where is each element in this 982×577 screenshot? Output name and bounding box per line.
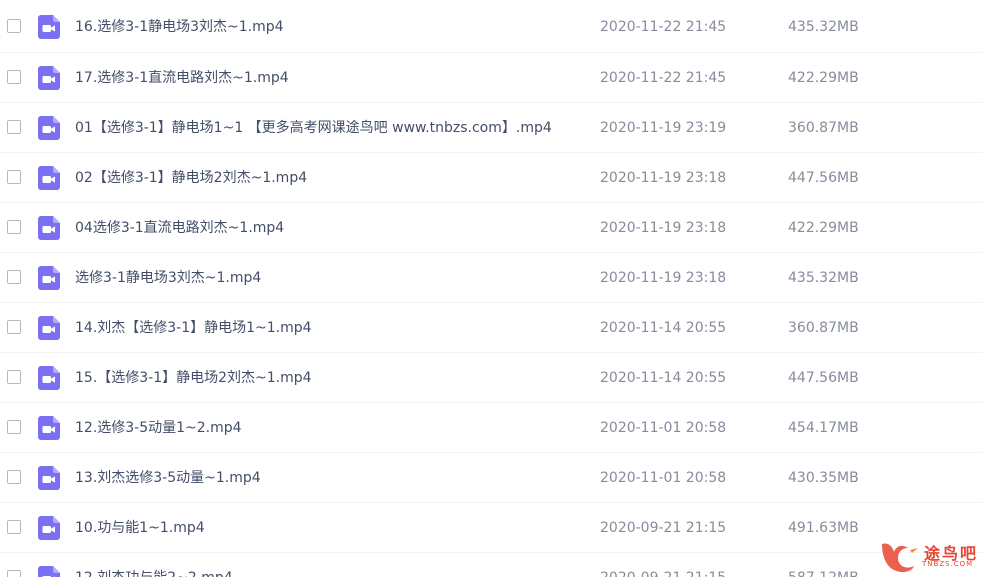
file-name[interactable]: 04选修3-1直流电路刘杰~1.mp4	[75, 218, 284, 238]
video-file-icon[interactable]	[38, 66, 60, 90]
row-checkbox[interactable]	[7, 170, 21, 184]
row-checkbox[interactable]	[7, 120, 21, 134]
file-size: 454.17MB	[788, 420, 859, 436]
file-size: 587.12MB	[788, 568, 859, 577]
row-checkbox[interactable]	[7, 470, 21, 484]
file-size: 447.56MB	[788, 170, 859, 186]
file-size: 360.87MB	[788, 320, 859, 336]
file-row[interactable]: 13.刘杰选修3-5动量~1.mp4 2020-11-01 20:58 430.…	[0, 452, 982, 502]
file-size: 422.29MB	[788, 70, 859, 86]
file-row[interactable]: 16.选修3-1静电场3刘杰~1.mp4 2020-11-22 21:45 43…	[0, 2, 982, 52]
file-date: 2020-11-19 23:18	[600, 170, 727, 186]
watermark-subtext: TNBZS.COM	[922, 560, 974, 568]
file-size: 435.32MB	[788, 19, 859, 35]
file-date: 2020-11-22 21:45	[600, 70, 727, 86]
file-date: 2020-11-01 20:58	[600, 470, 727, 486]
file-row[interactable]: 04选修3-1直流电路刘杰~1.mp4 2020-11-19 23:18 422…	[0, 202, 982, 252]
file-date: 2020-11-19 23:19	[600, 120, 727, 136]
row-checkbox[interactable]	[7, 570, 21, 577]
file-date: 2020-11-22 21:45	[600, 19, 727, 35]
row-checkbox[interactable]	[7, 220, 21, 234]
file-date: 2020-11-19 23:18	[600, 220, 727, 236]
video-file-icon[interactable]	[38, 566, 60, 577]
file-name[interactable]: 01【选修3-1】静电场1~1 【更多高考网课途鸟吧 www.tnbzs.com…	[75, 118, 552, 138]
file-date: 2020-11-01 20:58	[600, 420, 727, 436]
file-row[interactable]: 14.刘杰【选修3-1】静电场1~1.mp4 2020-11-14 20:55 …	[0, 302, 982, 352]
file-row[interactable]: 选修3-1静电场3刘杰~1.mp4 2020-11-19 23:18 435.3…	[0, 252, 982, 302]
file-size: 447.56MB	[788, 370, 859, 386]
file-date: 2020-09-21 21:15	[600, 568, 726, 577]
file-row[interactable]: 17.选修3-1直流电路刘杰~1.mp4 2020-11-22 21:45 42…	[0, 52, 982, 102]
file-name[interactable]: 12.选修3-5动量1~2.mp4	[75, 418, 242, 438]
row-checkbox[interactable]	[7, 320, 21, 334]
file-name[interactable]: 17.选修3-1直流电路刘杰~1.mp4	[75, 68, 289, 88]
bird-logo-icon	[882, 543, 918, 573]
file-date: 2020-11-14 20:55	[600, 370, 727, 386]
file-size: 435.32MB	[788, 270, 859, 286]
row-checkbox[interactable]	[7, 70, 21, 84]
file-size: 491.63MB	[788, 520, 859, 536]
file-row[interactable]: 10.功与能1~1.mp4 2020-09-21 21:15 491.63MB	[0, 502, 982, 552]
video-file-icon[interactable]	[38, 266, 60, 290]
file-size: 422.29MB	[788, 220, 859, 236]
file-name[interactable]: 02【选修3-1】静电场2刘杰~1.mp4	[75, 168, 307, 188]
file-date: 2020-09-21 21:15	[600, 520, 727, 536]
video-file-icon[interactable]	[38, 366, 60, 390]
row-checkbox[interactable]	[7, 520, 21, 534]
file-name[interactable]: 12.刘杰功与能2~2.mp4	[75, 568, 233, 577]
video-file-icon[interactable]	[38, 116, 60, 140]
file-name[interactable]: 16.选修3-1静电场3刘杰~1.mp4	[75, 17, 284, 37]
video-file-icon[interactable]	[38, 15, 60, 39]
file-list: 16.选修3-1静电场3刘杰~1.mp4 2020-11-22 21:45 43…	[0, 0, 982, 577]
file-name[interactable]: 15.【选修3-1】静电场2刘杰~1.mp4	[75, 368, 312, 388]
video-file-icon[interactable]	[38, 166, 60, 190]
watermark-logo: 途鸟吧 TNBZS.COM	[878, 538, 978, 574]
file-row[interactable]: 15.【选修3-1】静电场2刘杰~1.mp4 2020-11-14 20:55 …	[0, 352, 982, 402]
row-checkbox[interactable]	[7, 420, 21, 434]
row-checkbox[interactable]	[7, 19, 21, 33]
video-file-icon[interactable]	[38, 516, 60, 540]
file-name[interactable]: 10.功与能1~1.mp4	[75, 518, 205, 538]
file-size: 430.35MB	[788, 470, 859, 486]
row-checkbox[interactable]	[7, 370, 21, 384]
file-date: 2020-11-14 20:55	[600, 320, 727, 336]
file-date: 2020-11-19 23:18	[600, 270, 727, 286]
video-file-icon[interactable]	[38, 416, 60, 440]
file-name[interactable]: 13.刘杰选修3-5动量~1.mp4	[75, 468, 261, 488]
file-row[interactable]: 12.刘杰功与能2~2.mp4 2020-09-21 21:15 587.12M…	[0, 552, 982, 577]
file-row[interactable]: 12.选修3-5动量1~2.mp4 2020-11-01 20:58 454.1…	[0, 402, 982, 452]
video-file-icon[interactable]	[38, 316, 60, 340]
file-name[interactable]: 14.刘杰【选修3-1】静电场1~1.mp4	[75, 318, 312, 338]
video-file-icon[interactable]	[38, 466, 60, 490]
row-checkbox[interactable]	[7, 270, 21, 284]
video-file-icon[interactable]	[38, 216, 60, 240]
file-name[interactable]: 选修3-1静电场3刘杰~1.mp4	[75, 268, 261, 288]
file-row[interactable]: 01【选修3-1】静电场1~1 【更多高考网课途鸟吧 www.tnbzs.com…	[0, 102, 982, 152]
file-row[interactable]: 02【选修3-1】静电场2刘杰~1.mp4 2020-11-19 23:18 4…	[0, 152, 982, 202]
file-size: 360.87MB	[788, 120, 859, 136]
